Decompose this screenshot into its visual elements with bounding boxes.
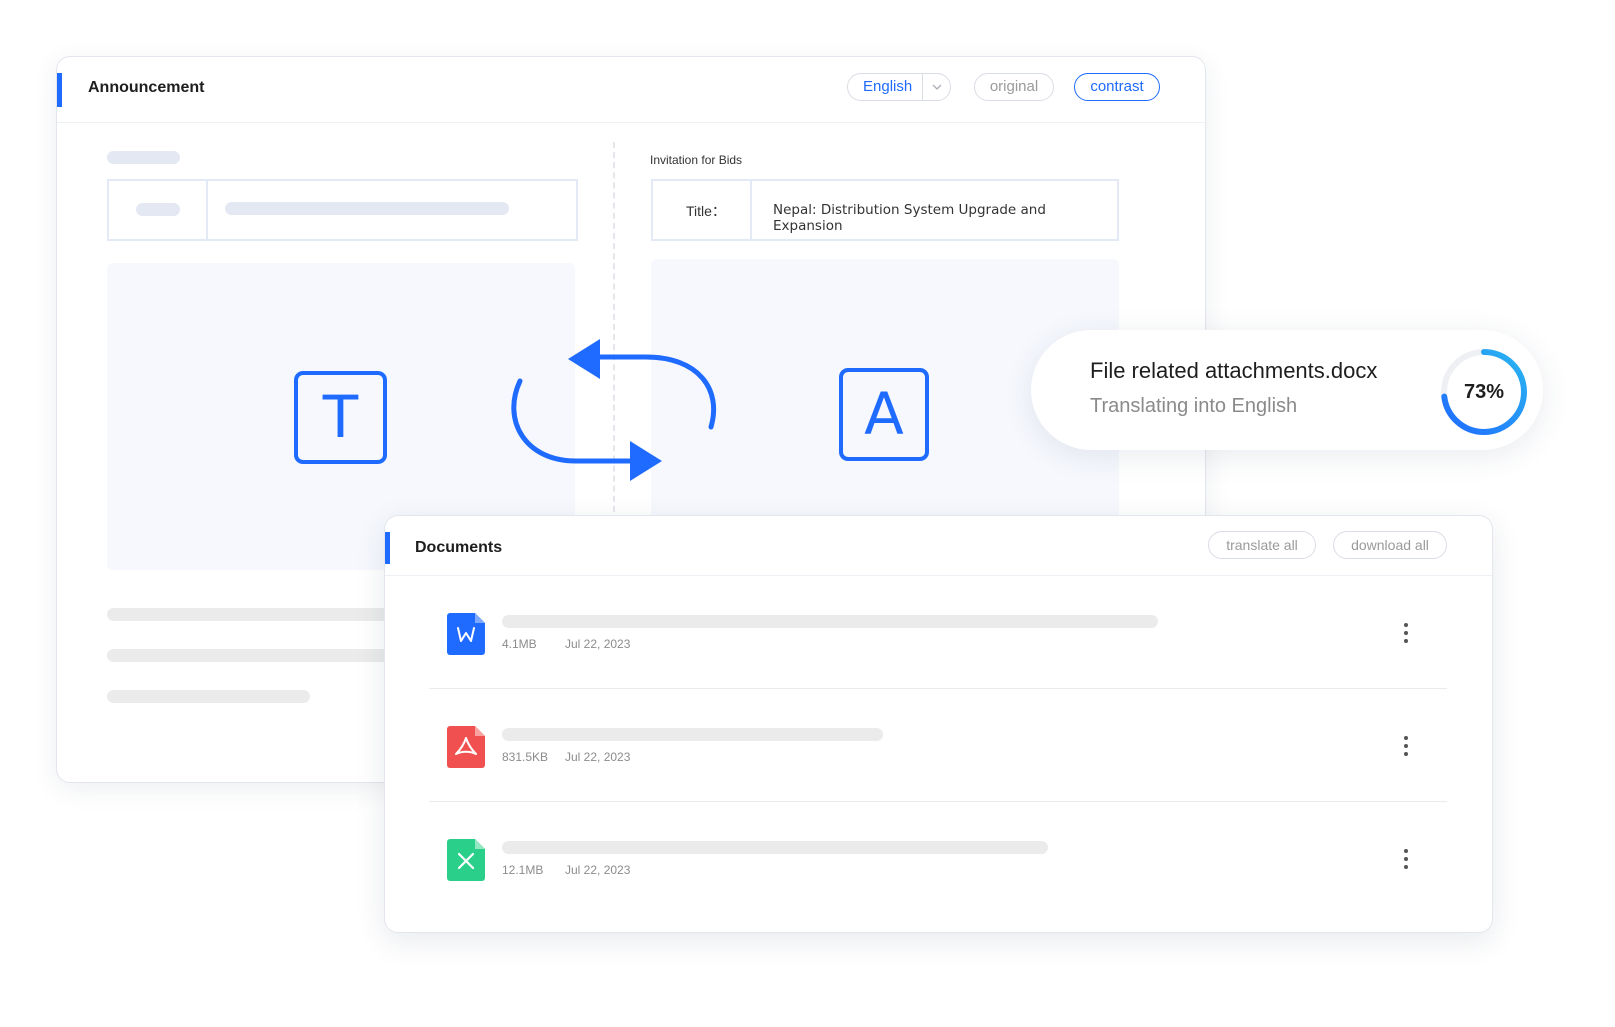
skeleton-line: [107, 690, 310, 703]
pdf-file-icon: [447, 726, 485, 768]
file-size: 831.5KB: [502, 750, 549, 764]
document-row[interactable]: 831.5KB Jul 22, 2023: [429, 689, 1447, 802]
source-title-box: [107, 179, 578, 241]
skeleton-line: [107, 608, 397, 621]
title-key: Title：: [686, 203, 726, 219]
announcement-header: Announcement English original contrast: [57, 57, 1205, 123]
documents-header: Documents translate all download all: [385, 516, 1492, 576]
target-title-box: Title： Nepal: Distribution System Upgrad…: [651, 179, 1119, 241]
word-file-icon: [447, 613, 485, 655]
announcement-accent-bar: [57, 73, 62, 107]
skeleton-value: [225, 202, 509, 215]
document-row[interactable]: 4.1MB Jul 22, 2023: [429, 576, 1447, 689]
file-date: Jul 22, 2023: [565, 750, 631, 764]
progress-status: Translating into English: [1090, 395, 1298, 417]
more-icon[interactable]: [1403, 849, 1409, 871]
announcement-title: Announcement: [88, 79, 205, 96]
documents-title: Documents: [415, 539, 503, 556]
title-value: Nepal: Distribution System Upgrade and E…: [773, 202, 1046, 234]
translate-swap-icon: [511, 339, 717, 481]
translate-all-button[interactable]: translate all: [1208, 531, 1316, 559]
skeleton-line: [107, 649, 397, 662]
documents-card: Documents translate all download all 4.1…: [384, 515, 1493, 933]
file-date: Jul 22, 2023: [565, 863, 631, 877]
skeleton-filename: [502, 615, 1158, 628]
download-all-button[interactable]: download all: [1333, 531, 1447, 559]
progress-filename: File related attachments.docx: [1090, 358, 1378, 383]
more-icon[interactable]: [1403, 736, 1409, 758]
target-text-icon: A: [839, 368, 929, 461]
more-icon[interactable]: [1403, 623, 1409, 645]
chevron-down-icon[interactable]: [922, 74, 950, 100]
source-text-icon: T: [294, 371, 387, 464]
document-row[interactable]: 12.1MB Jul 22, 2023: [429, 802, 1447, 915]
skeleton-filename: [502, 728, 883, 741]
language-select-value: English: [863, 78, 913, 95]
language-select[interactable]: English: [847, 73, 951, 101]
file-size: 4.1MB: [502, 637, 537, 651]
section-label: Invitation for Bids: [650, 153, 743, 167]
file-size: 12.1MB: [502, 863, 544, 877]
documents-accent-bar: [385, 532, 390, 564]
translation-progress-card: File related attachments.docx Translatin…: [1031, 330, 1543, 450]
skeleton-filename: [502, 841, 1048, 854]
skeleton-key: [136, 203, 180, 216]
progress-ring: 73%: [1441, 349, 1527, 435]
excel-file-icon: [447, 839, 485, 881]
skeleton-heading: [107, 151, 180, 164]
file-date: Jul 22, 2023: [565, 637, 631, 651]
original-button[interactable]: original: [974, 73, 1054, 101]
contrast-button[interactable]: contrast: [1074, 73, 1160, 101]
progress-percent-label: 73%: [1464, 381, 1504, 403]
